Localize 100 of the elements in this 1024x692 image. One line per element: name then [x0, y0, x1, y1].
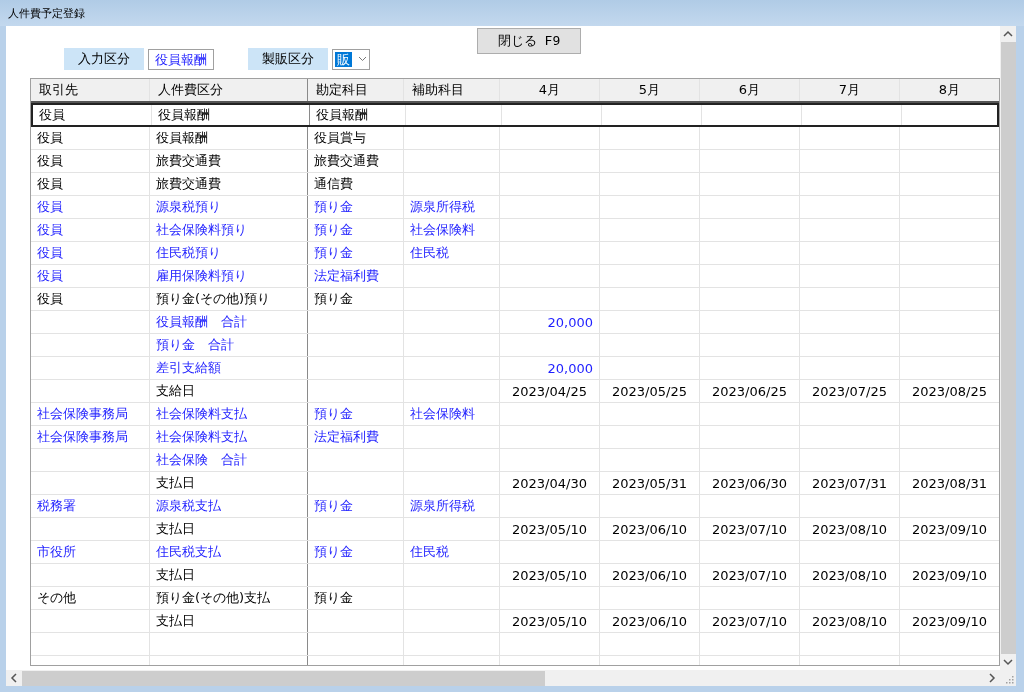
table-cell: 2023/05/10 [512, 567, 587, 583]
table-cell: 役員 [37, 244, 63, 262]
column-header[interactable]: 8月 [938, 81, 961, 99]
table-cell: 役員 [37, 267, 63, 285]
table-cell: 2023/05/25 [612, 383, 687, 399]
table-cell: 住民税 [410, 543, 449, 561]
column-header[interactable]: 取引先 [39, 81, 78, 99]
table-row[interactable]: 役員 役員報酬 役員報酬 [31, 103, 999, 127]
table-row[interactable]: 支払日 2023/05/10 2023/06/10 2023/07/10 2023/08/10 2023/09/10 [31, 564, 999, 587]
table-cell: 2023/08/10 [812, 521, 887, 537]
table-cell: 役員 [37, 198, 63, 216]
table-cell: 社会保険料 [410, 405, 475, 423]
table-cell: 2023/05/10 [512, 521, 587, 537]
table-row[interactable]: 役員 社会保険料預り 預り金 社会保険料 [31, 219, 999, 242]
table-cell: 社会保険 合計 [156, 451, 247, 469]
table-cell: 役員報酬 [158, 106, 210, 124]
table-row[interactable]: 役員 旅費交通費 通信費 [31, 173, 999, 196]
table-cell: 預り金(その他)支払 [156, 589, 271, 607]
table-cell: 社会保険事務局 [37, 428, 128, 446]
table-cell: 社会保険料支払 [156, 428, 247, 446]
table-cell: 2023/04/25 [512, 383, 587, 399]
table-cell: 2023/07/10 [712, 613, 787, 629]
table-cell: 預り金 [314, 589, 353, 607]
table-row[interactable]: 支給日 2023/04/25 2023/05/25 2023/06/25 2023/07/25 2023/08/25 [31, 380, 999, 403]
table-cell: 2023/08/25 [912, 383, 987, 399]
table-cell: 20,000 [547, 314, 593, 330]
table-cell: 社会保険料 [410, 221, 475, 239]
table-row[interactable]: 役員 雇用保険料預り 法定福利費 [31, 265, 999, 288]
caret-icon [358, 56, 367, 62]
table-cell: 役員報酬 [156, 129, 208, 147]
input-field[interactable]: 役員報酬 [148, 48, 214, 70]
table-cell: 預り金 合計 [156, 336, 234, 354]
column-header[interactable]: 7月 [838, 81, 861, 99]
table-cell: 源泉税預り [156, 198, 221, 216]
table-row[interactable]: 支払日 2023/04/30 2023/05/31 2023/06/30 2023/07/31 2023/08/31 [31, 472, 999, 495]
table-row[interactable]: 役員 源泉税預り 預り金 源泉所得税 [31, 196, 999, 219]
table-cell: 2023/04/30 [512, 475, 587, 491]
table-cell: 法定福利費 [314, 267, 379, 285]
table-cell: 社会保険料支払 [156, 405, 247, 423]
column-header[interactable]: 4月 [538, 81, 561, 99]
table-cell: 社会保険料預り [156, 221, 247, 239]
table-row[interactable]: 支払日 2023/05/10 2023/06/10 2023/07/10 2023/08/10 2023/09/10 [31, 610, 999, 633]
table-cell: 旅費交通費 [156, 175, 221, 193]
table-row[interactable]: 役員 住民税預り 預り金 住民税 [31, 242, 999, 265]
table-cell: 役員報酬 合計 [156, 313, 247, 331]
table-cell: 役員報酬 [316, 106, 368, 124]
table-row[interactable]: 市役所 住民税支払 預り金 住民税 [31, 541, 999, 564]
table-cell: 2023/07/31 [812, 475, 887, 491]
table-cell: 役員 [39, 106, 65, 124]
table-row[interactable]: 預り金 合計 [31, 334, 999, 357]
table-row[interactable]: 役員 旅費交通費 旅費交通費 [31, 150, 999, 173]
column-header[interactable]: 5月 [638, 81, 661, 99]
table-cell: 2023/06/10 [612, 567, 687, 583]
table-cell: 2023/06/10 [612, 521, 687, 537]
table-cell: 法定福利費 [314, 428, 379, 446]
table-cell: 2023/09/10 [912, 613, 987, 629]
scrollbar-thumb[interactable] [22, 670, 545, 686]
table-cell: 源泉税支払 [156, 497, 221, 515]
horizontal-scrollbar[interactable] [6, 670, 1000, 686]
table-row[interactable]: 社会保険事務局 社会保険料支払 法定福利費 [31, 426, 999, 449]
table-row[interactable]: その他 預り金(その他)支払 預り金 [31, 587, 999, 610]
table-row[interactable]: 税務署 源泉税支払 預り金 源泉所得税 [31, 495, 999, 518]
table-cell: 税務署 [37, 497, 76, 515]
table-cell: 差引支給額 [156, 359, 221, 377]
table-cell: 雇用保険料預り [156, 267, 247, 285]
division-dropdown[interactable]: 販 [332, 48, 370, 70]
table-cell: 預り金(その他)預り [156, 290, 271, 308]
table-row[interactable]: 社会保険事務局 社会保険料支払 預り金 社会保険料 [31, 403, 999, 426]
table-row[interactable]: 役員 預り金(その他)預り 預り金 [31, 288, 999, 311]
close-button[interactable]: 閉じる F9 [477, 28, 581, 54]
column-header[interactable]: 補助科目 [412, 81, 464, 99]
table-cell: 源泉所得税 [410, 497, 475, 515]
table-cell: 2023/05/10 [512, 613, 587, 629]
column-header[interactable]: 6月 [738, 81, 761, 99]
table-cell: 預り金 [314, 497, 353, 515]
column-header[interactable]: 人件費区分 [158, 81, 223, 99]
table-cell: 預り金 [314, 221, 353, 239]
table-cell: 住民税支払 [156, 543, 221, 561]
table-cell: 2023/06/30 [712, 475, 787, 491]
table-cell: 支払日 [156, 520, 195, 538]
table-row[interactable]: 社会保険 合計 [31, 449, 999, 472]
table-cell: 預り金 [314, 543, 353, 561]
column-header[interactable]: 勘定科目 [316, 81, 368, 99]
table-cell: 2023/09/10 [912, 521, 987, 537]
table-cell: 支払日 [156, 566, 195, 584]
table-row[interactable]: 役員報酬 合計 20,000 [31, 311, 999, 334]
table-cell: 役員 [37, 290, 63, 308]
table-cell: 預り金 [314, 405, 353, 423]
table-cell: 預り金 [314, 290, 353, 308]
table-cell: 旅費交通費 [156, 152, 221, 170]
table-cell: 役員 [37, 152, 63, 170]
table-row[interactable]: 役員 役員報酬 役員賞与 [31, 127, 999, 150]
table-cell: 2023/07/10 [712, 567, 787, 583]
table-cell: 支払日 [156, 612, 195, 630]
table-row[interactable]: 支払日 2023/05/10 2023/06/10 2023/07/10 2023/08/10 2023/09/10 [31, 518, 999, 541]
table-cell: 20,000 [547, 360, 593, 376]
table-cell: 2023/06/10 [612, 613, 687, 629]
table-cell: 2023/06/25 [712, 383, 787, 399]
table-row[interactable]: 差引支給額 20,000 [31, 357, 999, 380]
table-cell: 源泉所得税 [410, 198, 475, 216]
